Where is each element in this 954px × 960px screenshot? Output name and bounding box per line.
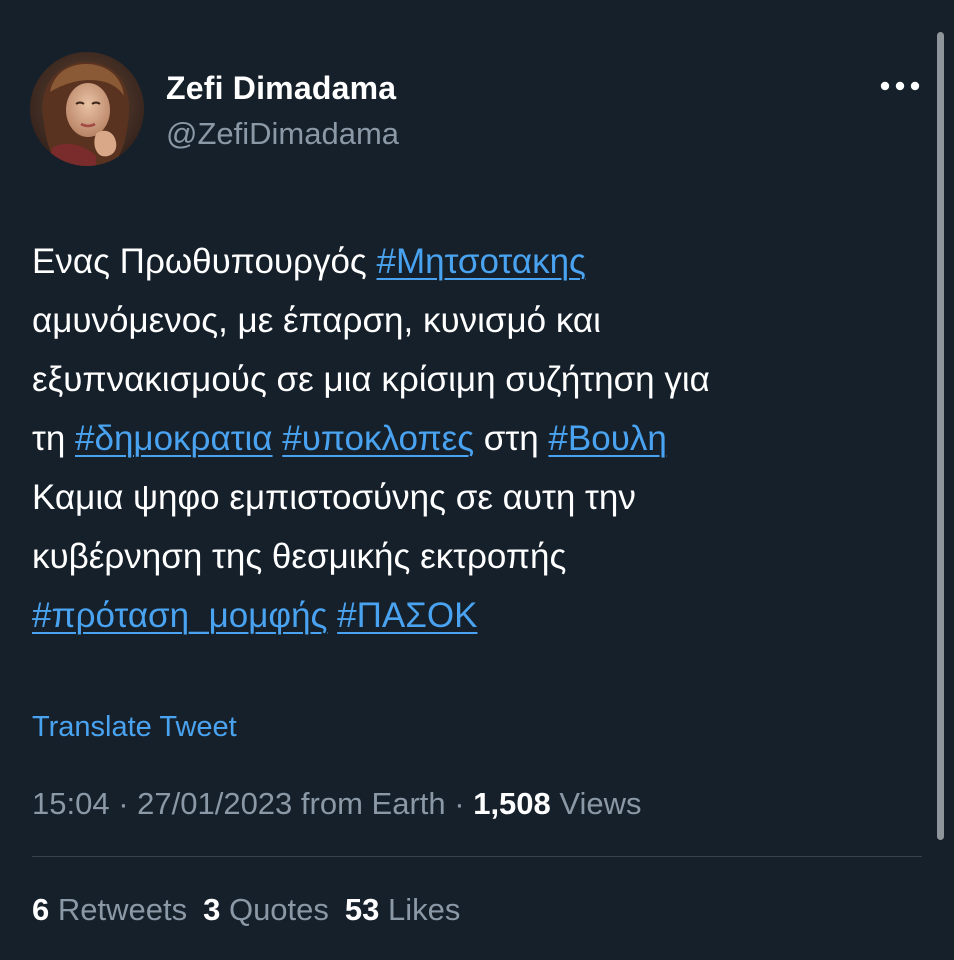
tweet-text-segment: κυβέρνηση της θεσμικής εκτροπής [32, 537, 567, 576]
tweet-text: Ενας Πρωθυπουργός #Μητσοτακης αμυνόμενος,… [32, 232, 912, 645]
tweet-date[interactable]: 27/01/2023 [137, 786, 292, 821]
quotes-label: Quotes [220, 892, 329, 927]
tweet-line: εξυπνακισμούς σε μια κρίσιμη συζήτηση γι… [32, 350, 912, 409]
views-label: Views [550, 786, 642, 821]
user-handle[interactable]: @ZefiDimadama [166, 114, 399, 154]
more-options-icon [880, 81, 920, 91]
hashtag-link[interactable]: #δημοκρατια [75, 419, 273, 458]
tweet-text-segment: αμυνόμενος, με έπαρση, κυνισμό και [32, 301, 601, 340]
profile-photo-image [30, 52, 144, 166]
display-name[interactable]: Zefi Dimadama [166, 68, 396, 108]
hashtag-link[interactable]: #πρόταση_μομφής [32, 596, 327, 635]
tweet-metadata: 15:04 · 27/01/2023 from Earth · 1,508 Vi… [32, 784, 642, 824]
quotes-stat[interactable]: 3 Quotes [203, 892, 329, 927]
quotes-count: 3 [203, 892, 221, 927]
engagement-stats: 6 Retweets 3 Quotes 53 Likes [32, 890, 476, 930]
tweet-source: from Earth [300, 786, 446, 821]
tweet-text-segment: τη [32, 419, 76, 458]
tweet-text-segment: Καμια ψηφο εμπιστοσύνης σε αυτη την [32, 478, 636, 517]
meta-separator: · [109, 786, 138, 821]
retweets-label: Retweets [49, 892, 188, 927]
translate-tweet-link[interactable]: Translate Tweet [32, 708, 237, 746]
views-count: 1,508 [473, 786, 551, 821]
tweet-line: αμυνόμενος, με έπαρση, κυνισμό και [32, 291, 912, 350]
tweet-text-segment: εξυπνακισμούς σε μια κρίσιμη συζήτηση γι… [32, 360, 710, 399]
tweet-text-segment: στη [474, 419, 549, 458]
tweet-line: Καμια ψηφο εμπιστοσύνης σε αυτη την [32, 468, 912, 527]
meta-separator-space [292, 786, 301, 821]
tweet-line: #πρόταση_μομφής #ΠΑΣΟΚ [32, 586, 912, 645]
tweet-line: τη #δημοκρατια #υποκλοπες στη #Βουλη [32, 409, 912, 468]
likes-label: Likes [379, 892, 461, 927]
retweets-count: 6 [32, 892, 50, 927]
tweet-time[interactable]: 15:04 [32, 786, 110, 821]
retweets-stat[interactable]: 6 Retweets [32, 892, 187, 927]
scrollbar[interactable] [937, 32, 944, 840]
tweet-text-segment [327, 596, 337, 635]
hashtag-link[interactable]: #Μητσοτακης [377, 242, 586, 281]
tweet-detail-page: Zefi Dimadama @ZefiDimadama Ενας Πρωθυπο… [0, 0, 954, 960]
divider [32, 856, 922, 857]
tweet-text-segment: Ενας Πρωθυπουργός [32, 242, 377, 281]
hashtag-link[interactable]: #ΠΑΣΟΚ [337, 596, 477, 635]
avatar[interactable] [30, 52, 144, 166]
likes-count: 53 [344, 892, 380, 927]
hashtag-link[interactable]: #υποκλοπες [282, 419, 474, 458]
tweet-line: κυβέρνηση της θεσμικής εκτροπής [32, 527, 912, 586]
likes-stat[interactable]: 53 Likes [345, 892, 460, 927]
meta-separator: · [445, 786, 474, 821]
tweet-line: Ενας Πρωθυπουργός #Μητσοτακης [32, 232, 912, 291]
tweet-text-segment [273, 419, 283, 458]
more-options-button[interactable] [874, 68, 926, 104]
hashtag-link[interactable]: #Βουλη [548, 419, 666, 458]
